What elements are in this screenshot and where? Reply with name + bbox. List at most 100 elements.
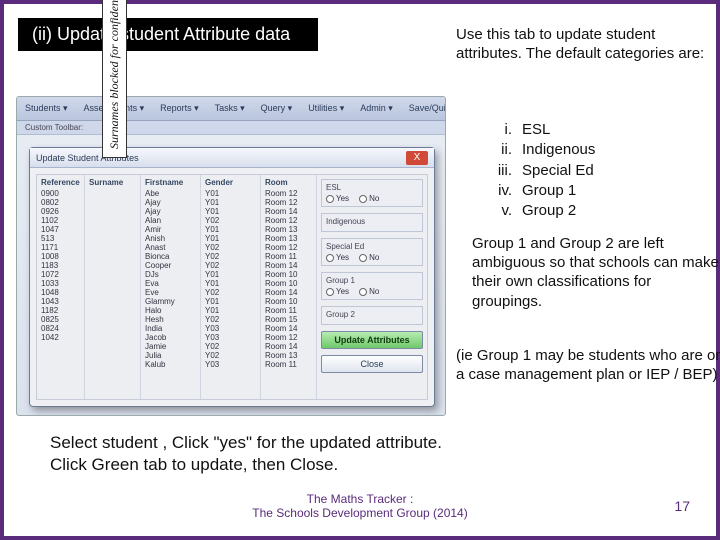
table-cell: 1033: [41, 279, 80, 288]
col-header: Surname: [89, 178, 136, 187]
group-indigenous: Indigenous: [321, 213, 423, 232]
table-cell: 1072: [41, 270, 80, 279]
custom-toolbar-label: Custom Toolbar:: [17, 121, 445, 135]
radio-yes[interactable]: [326, 195, 334, 203]
table-cell: Y01: [205, 270, 256, 279]
table-cell: Y03: [205, 324, 256, 333]
table-cell: Anish: [145, 234, 196, 243]
menu-item[interactable]: Students ▾: [25, 103, 68, 114]
menu-item[interactable]: Tasks ▾: [215, 103, 245, 114]
footer-line: The Schools Development Group (2014): [4, 506, 716, 520]
table-cell: 1183: [41, 261, 80, 270]
instruction-text: Select student , Click "yes" for the upd…: [50, 432, 442, 476]
table-cell: DJs: [145, 270, 196, 279]
table-cell: Jamie: [145, 342, 196, 351]
close-button[interactable]: Close: [321, 355, 423, 373]
table-cell: Eva: [145, 279, 196, 288]
menu-item[interactable]: Admin ▾: [360, 103, 393, 114]
table-cell: Ajay: [145, 207, 196, 216]
table-cell: Amir: [145, 225, 196, 234]
cat-label: Group 1: [522, 181, 576, 201]
table-cell: Y02: [205, 243, 256, 252]
instruction-line: Click Green tab to update, then Close.: [50, 454, 442, 476]
radio-label: Yes: [336, 194, 349, 203]
col-surname[interactable]: Surname: [85, 175, 141, 399]
table-cell: Room 14: [265, 288, 312, 297]
col-reference[interactable]: Reference 090008020926110210475131171100…: [37, 175, 85, 399]
radio-label: No: [369, 253, 379, 262]
table-cell: Abe: [145, 189, 196, 198]
table-cell: Eve: [145, 288, 196, 297]
table-cell: 1008: [41, 252, 80, 261]
radio-yes[interactable]: [326, 288, 334, 296]
update-attributes-button[interactable]: Update Attributes: [321, 331, 423, 349]
col-room[interactable]: Room Room 12Room 12Room 14Room 12Room 13…: [261, 175, 317, 399]
table-cell: Jacob: [145, 333, 196, 342]
table-cell: Y02: [205, 261, 256, 270]
radio-label: Yes: [336, 287, 349, 296]
table-cell: Y01: [205, 279, 256, 288]
table-cell: Anast: [145, 243, 196, 252]
col-gender[interactable]: Gender Y01Y01Y01Y02Y01Y01Y02Y02Y02Y01Y01…: [201, 175, 261, 399]
ambiguous-note: Group 1 and Group 2 are left ambiguous s…: [472, 234, 720, 311]
table-cell: Y01: [205, 207, 256, 216]
table-cell: Y03: [205, 360, 256, 369]
table-cell: Halo: [145, 306, 196, 315]
table-cell: Y01: [205, 198, 256, 207]
radio-no[interactable]: [359, 195, 367, 203]
table-cell: Y01: [205, 297, 256, 306]
table-cell: Room 10: [265, 297, 312, 306]
table-cell: Room 12: [265, 333, 312, 342]
table-cell: Julia: [145, 351, 196, 360]
table-cell: Room 11: [265, 306, 312, 315]
menu-item[interactable]: Reports ▾: [160, 103, 199, 114]
table-cell: 1102: [41, 216, 80, 225]
cat-num: v.: [484, 201, 512, 221]
col-firstname[interactable]: Firstname AbeAjayAjayAlanAmirAnishAnastB…: [141, 175, 201, 399]
cat-label: Special Ed: [522, 161, 594, 181]
table-cell: 0824: [41, 324, 80, 333]
radio-label: Yes: [336, 253, 349, 262]
radio-yes[interactable]: [326, 254, 334, 262]
table-cell: 1047: [41, 225, 80, 234]
col-header: Firstname: [145, 178, 196, 187]
menu-item[interactable]: Query ▾: [261, 103, 293, 114]
table-cell: Room 12: [265, 243, 312, 252]
group-label: Group 2: [326, 310, 418, 319]
instruction-line: Select student , Click "yes" for the upd…: [50, 432, 442, 454]
radio-no[interactable]: [359, 288, 367, 296]
table-cell: Room 12: [265, 189, 312, 198]
group-esl: ESL YesNo: [321, 179, 423, 207]
table-cell: Glammy: [145, 297, 196, 306]
cat-label: ESL: [522, 120, 550, 140]
group-group1: Group 1 YesNo: [321, 272, 423, 300]
table-cell: 513: [41, 234, 80, 243]
table-cell: 1171: [41, 243, 80, 252]
page-number: 17: [674, 498, 690, 514]
category-list: i.ESL ii.Indigenous iii.Special Ed iv.Gr…: [484, 120, 595, 221]
section-title: (ii) Update student Attribute data: [18, 18, 318, 51]
table-cell: Y02: [205, 315, 256, 324]
table-cell: Y01: [205, 189, 256, 198]
table-cell: 1042: [41, 333, 80, 342]
table-cell: Room 13: [265, 234, 312, 243]
table-cell: Y02: [205, 252, 256, 261]
table-cell: Alan: [145, 216, 196, 225]
table-cell: 0926: [41, 207, 80, 216]
table-cell: 1043: [41, 297, 80, 306]
group-specialed: Special Ed YesNo: [321, 238, 423, 266]
group-group2: Group 2: [321, 306, 423, 325]
table-cell: Room 13: [265, 351, 312, 360]
table-cell: Y03: [205, 333, 256, 342]
close-icon[interactable]: X: [406, 151, 428, 165]
group-label: Group 1: [326, 276, 418, 285]
menu-item[interactable]: Save/Quit ▾: [409, 103, 446, 114]
table-cell: Y01: [205, 225, 256, 234]
radio-no[interactable]: [359, 254, 367, 262]
update-attributes-dialog: Update Student Attributes X Reference 09…: [29, 147, 435, 407]
table-cell: Room 14: [265, 324, 312, 333]
menu-item[interactable]: Utilities ▾: [308, 103, 344, 114]
cat-num: ii.: [484, 140, 512, 160]
col-header: Room: [265, 178, 312, 187]
table-cell: Room 11: [265, 252, 312, 261]
